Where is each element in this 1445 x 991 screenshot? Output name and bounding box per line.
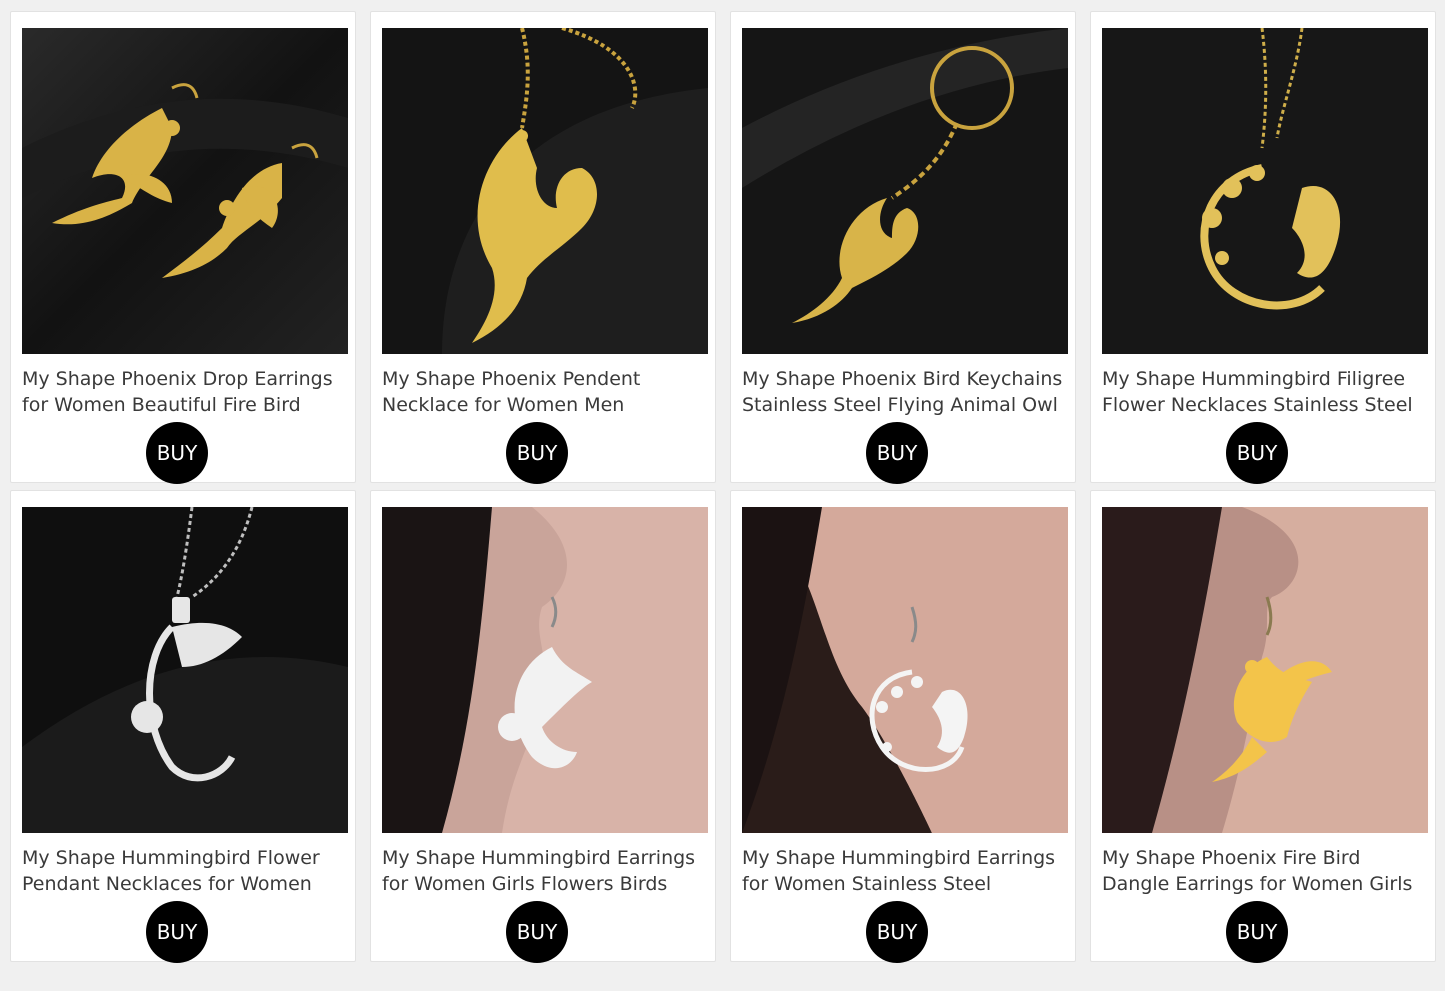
buy-button[interactable]: BUY [866,422,928,484]
buy-button[interactable]: BUY [1226,901,1288,963]
product-image[interactable] [382,28,708,354]
buy-button[interactable]: BUY [506,422,568,484]
product-image[interactable] [1102,507,1428,833]
hummingbird-wreath-earring-on-ear-image [742,507,1068,833]
product-title[interactable]: My Shape Hummingbird Filigree Flower Nec… [1102,366,1432,418]
product-title[interactable]: My Shape Phoenix Bird Keychains Stainles… [742,366,1072,418]
buy-button[interactable]: BUY [146,422,208,484]
phoenix-necklace-image [382,28,708,354]
product-image[interactable] [22,507,348,833]
product-card[interactable]: My Shape Phoenix Fire Bird Dangle Earrin… [1090,490,1436,963]
buy-button[interactable]: BUY [146,901,208,963]
product-card[interactable]: My Shape Hummingbird Filigree Flower Nec… [1090,11,1436,484]
hummingbird-flower-necklace-image [1102,28,1428,354]
product-card[interactable]: My Shape Hummingbird Earrings for Women … [370,490,716,963]
hummingbird-silver-necklace-image [22,507,348,833]
product-card[interactable]: My Shape Hummingbird Earrings for Women … [730,490,1076,963]
buy-button[interactable]: BUY [1226,422,1288,484]
product-title[interactable]: My Shape Phoenix Pendent Necklace for Wo… [382,366,712,418]
product-card[interactable]: My Shape Phoenix Bird Keychains Stainles… [730,11,1076,484]
product-card[interactable]: My Shape Phoenix Drop Earrings for Women… [10,11,356,484]
phoenix-earring-on-ear-image [1102,507,1428,833]
product-card[interactable]: My Shape Hummingbird Flower Pendant Neck… [10,490,356,963]
product-title[interactable]: My Shape Phoenix Fire Bird Dangle Earrin… [1102,845,1432,897]
product-image[interactable] [382,507,708,833]
product-title[interactable]: My Shape Hummingbird Flower Pendant Neck… [22,845,352,897]
product-image[interactable] [22,28,348,354]
product-grid: My Shape Phoenix Drop Earrings for Women… [0,0,1445,991]
hummingbird-earring-on-ear-image [382,507,708,833]
product-title[interactable]: My Shape Hummingbird Earrings for Women … [742,845,1072,897]
product-title[interactable]: My Shape Hummingbird Earrings for Women … [382,845,712,897]
product-image[interactable] [742,28,1068,354]
phoenix-earrings-image [22,28,348,354]
product-card[interactable]: My Shape Phoenix Pendent Necklace for Wo… [370,11,716,484]
product-title[interactable]: My Shape Phoenix Drop Earrings for Women… [22,366,352,418]
buy-button[interactable]: BUY [866,901,928,963]
buy-button[interactable]: BUY [506,901,568,963]
product-image[interactable] [742,507,1068,833]
product-image[interactable] [1102,28,1428,354]
phoenix-keychain-image [742,28,1068,354]
